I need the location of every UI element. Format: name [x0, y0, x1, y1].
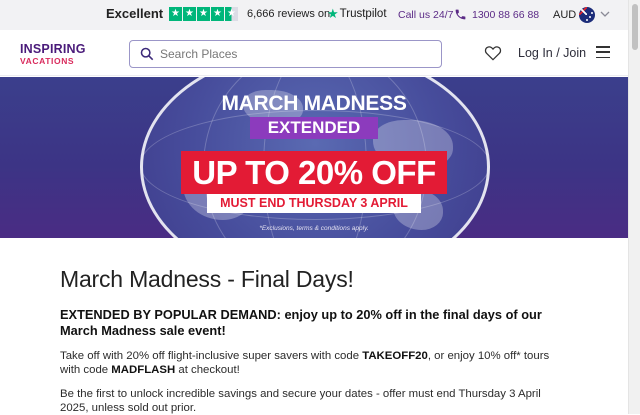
- phone-number-link[interactable]: 1300 88 66 88: [472, 9, 539, 21]
- scrollbar-thumb[interactable]: [632, 4, 638, 50]
- hamburger-menu-icon[interactable]: [596, 46, 610, 58]
- star-icon: ★: [211, 7, 224, 21]
- site-logo[interactable]: INSPIRING VACATIONS: [20, 42, 86, 66]
- australia-flag-icon[interactable]: [579, 7, 595, 23]
- para1-part3: at checkout!: [175, 364, 240, 376]
- logo-line2: VACATIONS: [20, 56, 75, 66]
- site-header: INSPIRING VACATIONS Log In / Join: [0, 30, 628, 76]
- chevron-down-icon[interactable]: [600, 9, 610, 19]
- call-label: Call us 24/7: [398, 9, 454, 21]
- page-scrollbar[interactable]: [628, 0, 640, 414]
- heart-icon[interactable]: [484, 45, 502, 61]
- review-count-text[interactable]: 6,666 reviews on: [247, 8, 330, 20]
- currency-selector[interactable]: AUD: [553, 9, 576, 21]
- promo-codes-paragraph: Take off with 20% off flight-inclusive s…: [60, 349, 570, 377]
- trust-bar: Excellent ★ ★ ★ ★ ★ 6,666 reviews on ★ Tr…: [0, 0, 628, 30]
- phone-icon[interactable]: [454, 8, 467, 21]
- hero-deadline: MUST END THURSDAY 3 APRIL: [207, 194, 421, 213]
- para1-part1: Take off with 20% off flight-inclusive s…: [60, 350, 363, 362]
- hero-title: MARCH MADNESS: [221, 92, 407, 115]
- rating-word: Excellent: [106, 6, 164, 21]
- review-count: 6,666: [247, 8, 275, 20]
- search-icon: [140, 47, 154, 61]
- promo-code-madflash: MADFLASH: [111, 364, 176, 376]
- deadline-paragraph: Be the first to unlock incredible saving…: [60, 388, 541, 414]
- login-join-link[interactable]: Log In / Join: [518, 46, 586, 60]
- logo-line1: INSPIRING: [20, 42, 86, 56]
- star-icon: ★: [183, 7, 196, 21]
- star-icon: ★: [197, 7, 210, 21]
- search-input[interactable]: [160, 45, 430, 63]
- half-star-icon: ★: [225, 7, 238, 21]
- hero-offer: UP TO 20% OFF: [181, 151, 447, 194]
- trustpilot-stars: ★ ★ ★ ★ ★: [169, 7, 238, 21]
- reviews-suffix: reviews on: [277, 8, 331, 20]
- page-title: March Madness - Final Days!: [60, 266, 354, 292]
- main-content: March Madness - Final Days! EXTENDED BY …: [60, 266, 570, 415]
- hero-banner[interactable]: MARCH MADNESS EXTENDED UP TO 20% OFF MUS…: [0, 77, 628, 238]
- star-icon: ★: [169, 7, 182, 21]
- hero-fine-print: *Exclusions, terms & conditions apply.: [259, 225, 369, 232]
- trustpilot-logo[interactable]: ★ Trustpilot: [327, 7, 387, 20]
- trustpilot-star-icon: ★: [327, 6, 339, 21]
- promo-code-takeoff20: TAKEOFF20: [362, 350, 428, 362]
- search-box[interactable]: [129, 40, 442, 68]
- lead-paragraph: EXTENDED BY POPULAR DEMAND: enjoy up to …: [60, 307, 542, 338]
- hero-subtitle-badge: EXTENDED: [250, 117, 378, 139]
- trustpilot-label: Trustpilot: [339, 7, 387, 20]
